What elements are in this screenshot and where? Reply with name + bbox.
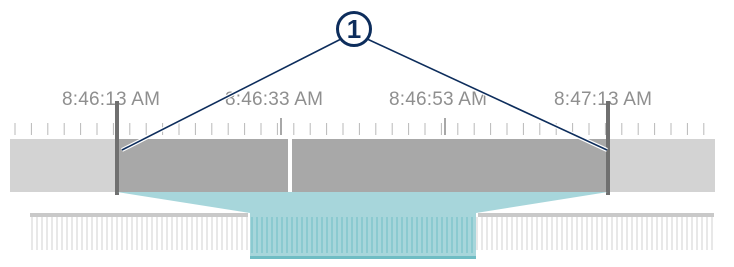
callout-marker: 1 [336, 11, 372, 47]
